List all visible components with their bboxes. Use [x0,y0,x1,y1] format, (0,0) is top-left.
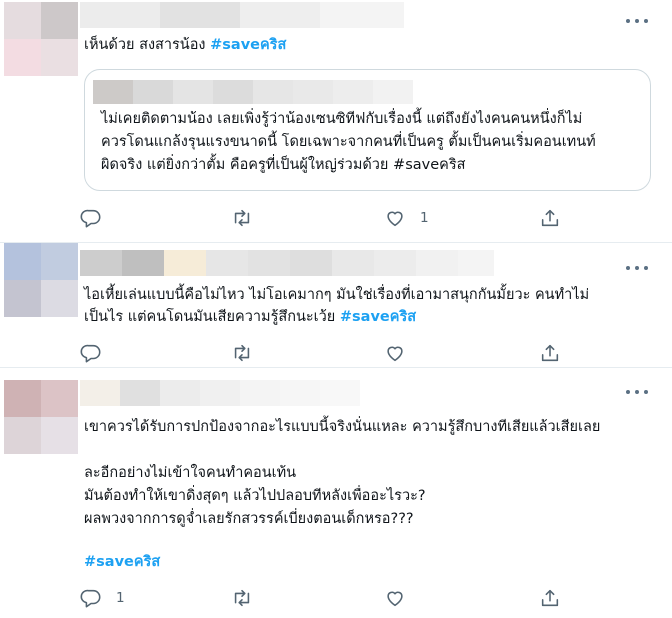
reply-count: 1 [116,590,125,606]
tweet-actions: 1 [80,206,580,230]
tweet-actions: 1 [80,586,580,610]
share-icon [541,209,559,227]
retweet-icon [234,209,250,227]
retweet-button[interactable] [231,586,267,610]
share-icon [541,589,559,607]
tweet-text: เขาควรได้รับการปกป้องจากอะไรแบบนี้จริงนั… [84,419,601,527]
share-icon [541,344,559,362]
hashtag-link[interactable]: #saveคริส [84,551,160,573]
more-icon[interactable] [626,14,648,28]
heart-icon [387,346,403,362]
share-button[interactable] [539,341,561,365]
more-icon[interactable] [626,385,648,399]
tweet-actions [80,341,580,365]
quoted-tweet-text: ไม่เคยติดตามน้อง เลยเพิ่งรู้ว่าน้องเซนซิ… [101,111,596,173]
reply-button[interactable]: 1 [80,586,125,610]
tweet-text-body: เห็นด้วย สงสารน้อง [84,37,211,53]
like-button[interactable] [384,341,420,365]
like-button[interactable]: 1 [384,206,429,230]
like-count: 1 [420,210,429,226]
retweet-icon [234,344,250,362]
tweet[interactable]: ไอเหี้ยเล่นแบบนี้คือไม่ไหว ไม่โอเคมากๆ ม… [0,243,672,368]
hashtag-link[interactable]: #saveคริส [210,37,286,53]
share-button[interactable] [539,586,561,610]
reply-button[interactable] [80,341,116,365]
reply-icon [80,344,101,363]
reply-button[interactable] [80,206,116,230]
reply-icon [80,589,101,608]
hashtag-link[interactable]: #saveคริส [340,309,416,325]
tweet-text: เห็นด้วย สงสารน้อง #saveคริส [84,34,286,56]
avatar[interactable] [4,380,78,454]
heart-icon [387,591,403,607]
author-name-blurred[interactable] [80,250,494,276]
tweet-text: ไอเหี้ยเล่นแบบนี้คือไม่ไหว ไม่โอเคมากๆ ม… [84,284,589,328]
retweet-button[interactable] [231,206,267,230]
retweet-icon [234,589,250,607]
share-button[interactable] [539,206,561,230]
tweet[interactable]: เขาควรได้รับการปกป้องจากอะไรแบบนี้จริงนั… [0,368,672,618]
avatar[interactable] [4,243,78,317]
tweet-text-body: ไอเหี้ยเล่นแบบนี้คือไม่ไหว ไม่โอเคมากๆ ม… [84,287,590,325]
retweet-button[interactable] [231,341,267,365]
author-name-blurred[interactable] [80,380,360,406]
like-button[interactable] [384,586,420,610]
author-name-blurred[interactable] [80,2,404,28]
heart-icon [387,211,403,227]
quoted-author-blurred [93,80,413,104]
more-icon[interactable] [626,261,648,275]
avatar[interactable] [4,2,78,76]
tweet[interactable]: เห็นด้วย สงสารน้อง #saveคริส ไม่เคยติดตา… [0,0,672,243]
quoted-tweet[interactable]: ไม่เคยติดตามน้อง เลยเพิ่งรู้ว่าน้องเซนซิ… [84,69,651,191]
reply-icon [80,209,101,228]
